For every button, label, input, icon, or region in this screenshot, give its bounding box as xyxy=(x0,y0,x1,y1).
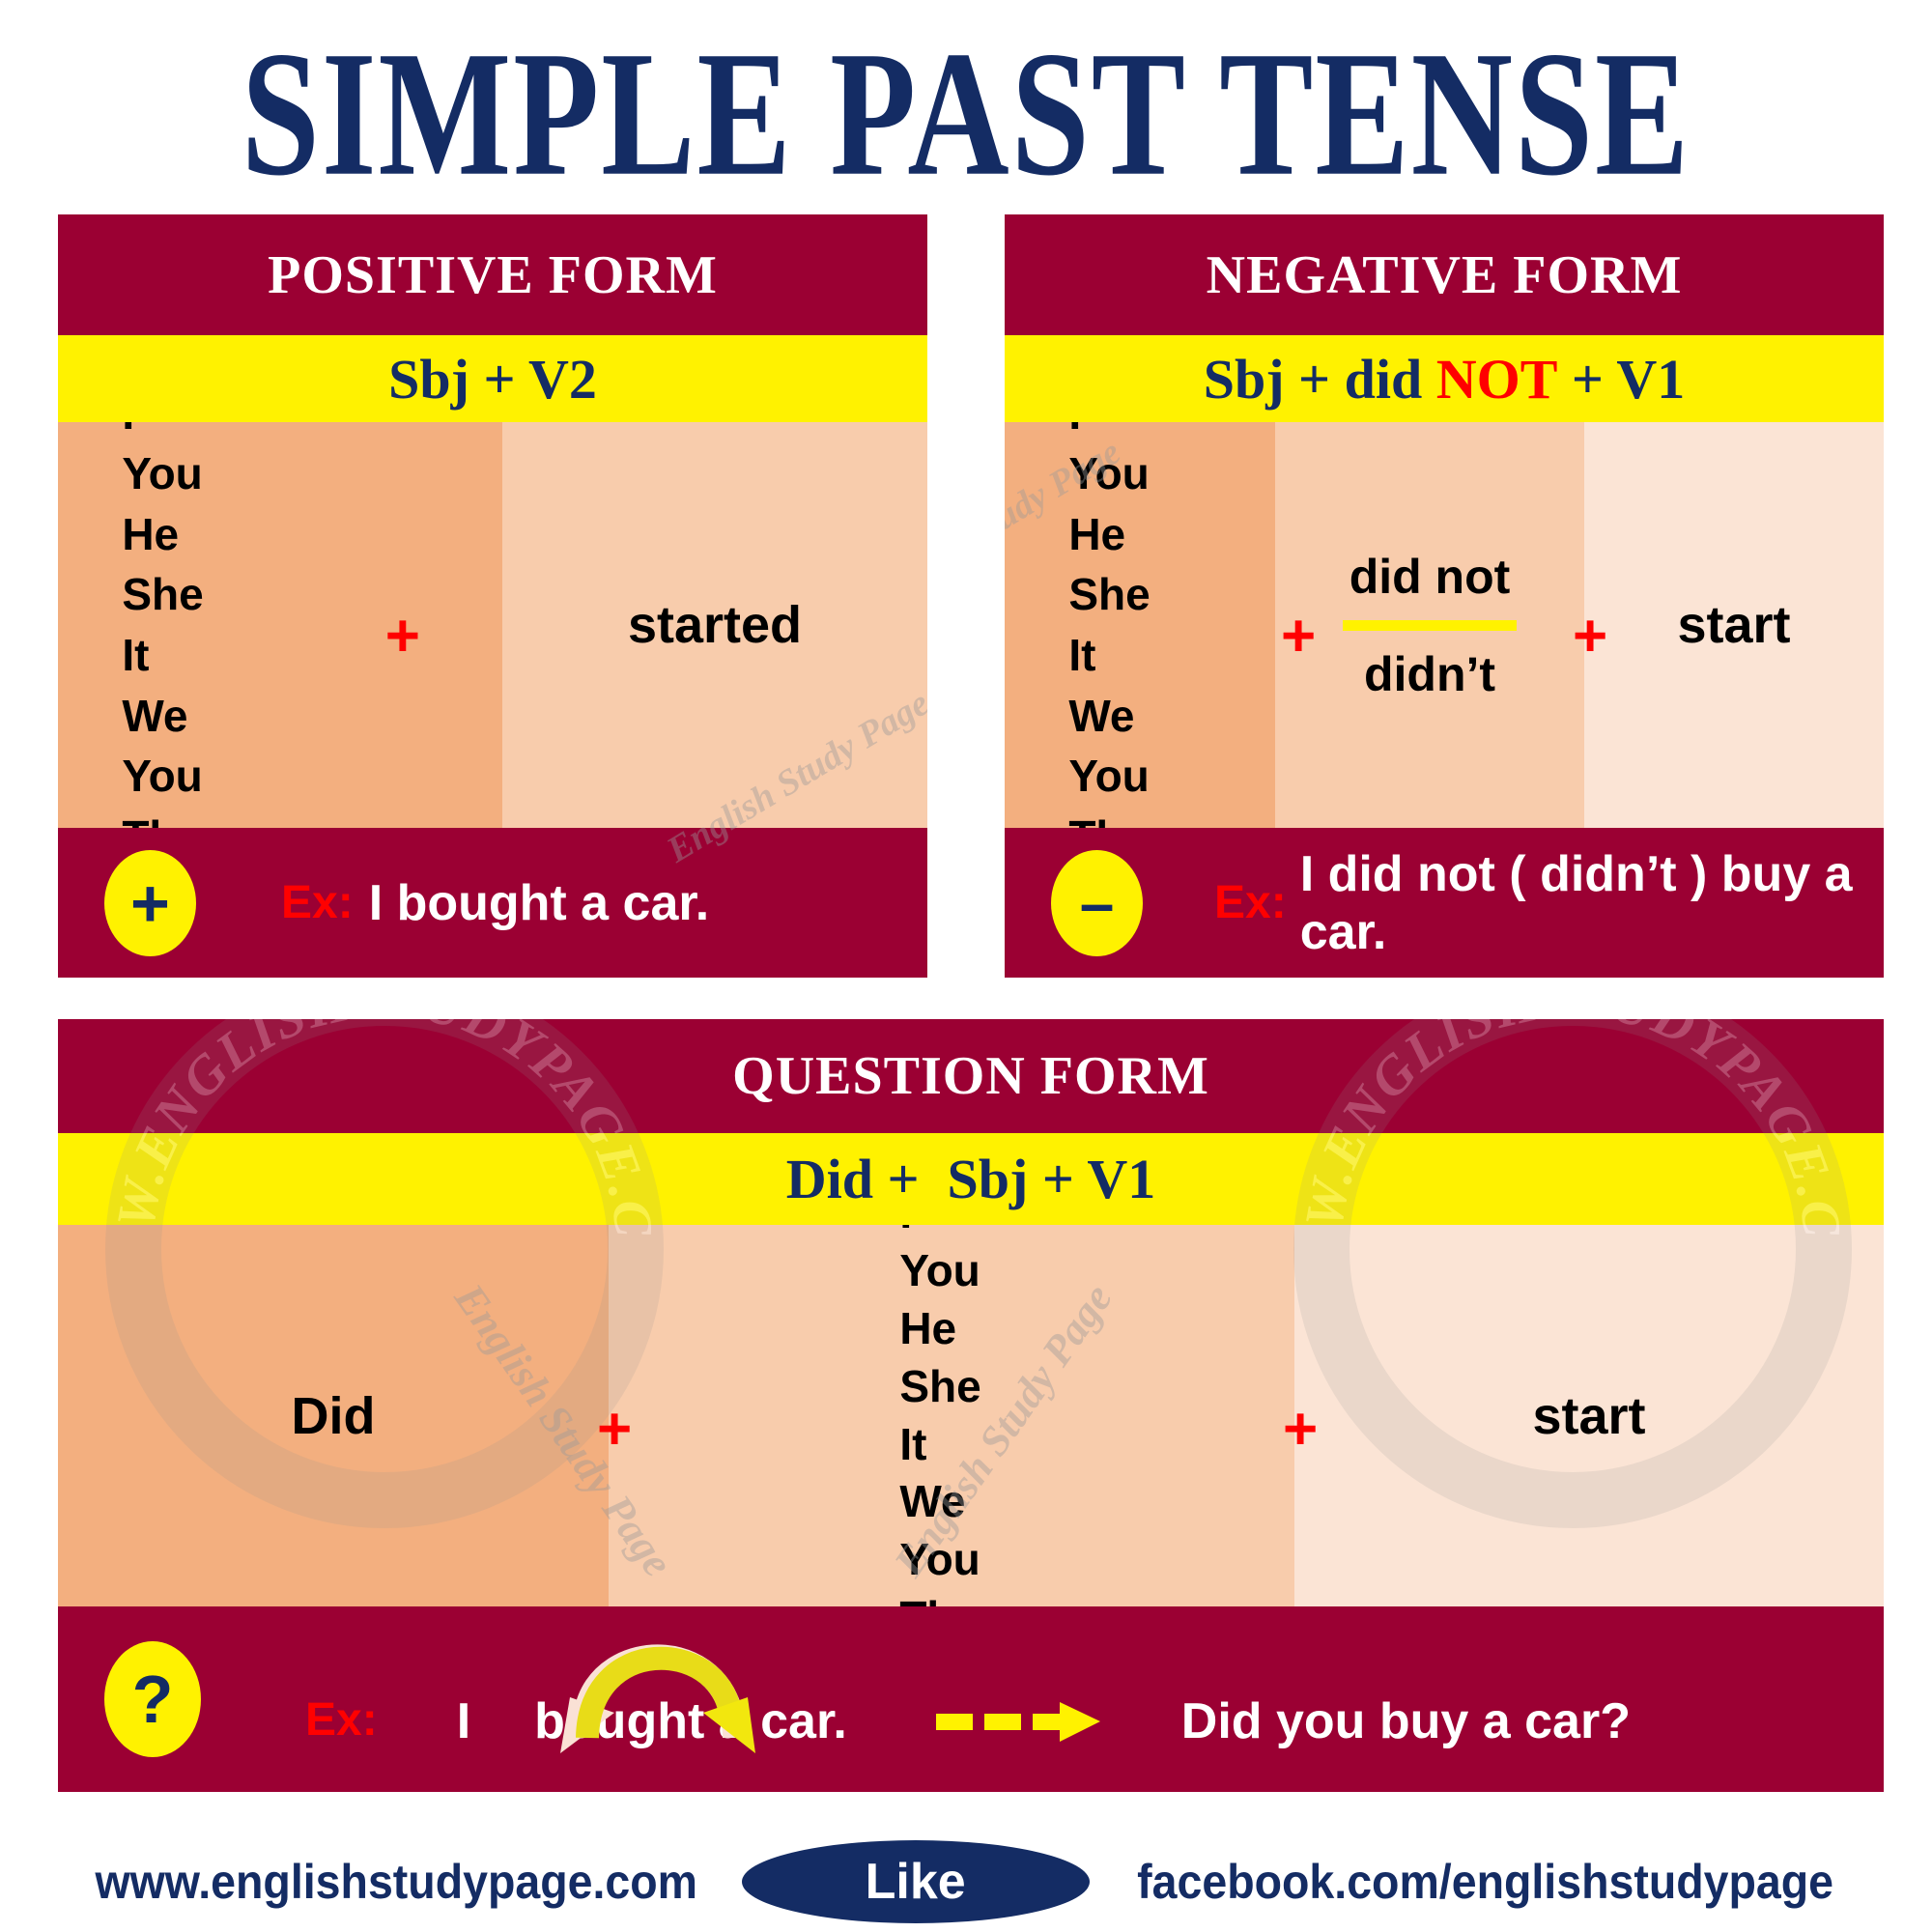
pronoun-item: You xyxy=(122,751,203,802)
dashed-arrow-icon xyxy=(935,1702,1100,1742)
like-button-label: Like xyxy=(865,1853,966,1910)
question-formula-text: Did + Sbj + V1 xyxy=(785,1148,1156,1210)
negative-example-text: I did not ( didn’t ) buy a car. xyxy=(1299,845,1853,960)
pronoun-item: She xyxy=(899,1360,981,1411)
positive-form-body: I You He She It We You They + started xyxy=(58,388,927,862)
negative-form-body: I You He She It We You They + did not di… xyxy=(1005,388,1884,862)
negative-form-card: NEGATIVE FORM Sbj + did NOT + V1 I You H… xyxy=(1005,214,1884,978)
negative-aux-full: did not xyxy=(1349,549,1511,604)
page-title: SIMPLE PAST TENSE xyxy=(241,14,1691,213)
pronoun-item: You xyxy=(899,1534,980,1585)
negative-auxiliary-column: + did not didn’t xyxy=(1275,422,1584,828)
question-form-body: Did + I You He She It We You They + star… xyxy=(58,1187,1884,1642)
question-example-result: Did you buy a car? xyxy=(1180,1693,1631,1749)
question-aux-value: Did xyxy=(291,1386,376,1445)
positive-form-formula: Sbj + V2 xyxy=(58,335,927,422)
pronoun-item: He xyxy=(899,1302,957,1353)
positive-example-text: I bought a car. xyxy=(368,874,710,931)
positive-verb-value: started xyxy=(627,596,803,654)
negative-form-formula: Sbj + did NOT + V1 xyxy=(1005,335,1884,422)
question-subject-column: + I You He She It We You They xyxy=(597,1187,1294,1642)
question-example-bar: ? Ex: I bought a car. Did you buy a car? xyxy=(58,1606,1884,1792)
question-form-formula: Did + Sbj + V1 xyxy=(58,1133,1884,1225)
positive-example-bar: + Ex: I bought a car. xyxy=(58,828,927,978)
negative-aux-short: didn’t xyxy=(1363,646,1496,701)
negative-subject-column: I You He She It We You They xyxy=(1005,388,1275,862)
question-form-card: WWW.ENGLISHSTUDYPAGE.COM WWW.ENGLISHSTUD… xyxy=(58,1019,1884,1792)
footer-website-link[interactable]: www.englishstudypage.com xyxy=(96,1854,698,1910)
plus-operator-icon: + xyxy=(1281,603,1317,669)
pronoun-item: She xyxy=(122,569,204,620)
pronoun-item: It xyxy=(122,630,150,680)
question-verb-value: start xyxy=(1532,1386,1646,1445)
positive-pronoun-list: I You He She It We You They xyxy=(122,384,225,867)
plus-operator-icon: + xyxy=(1283,1396,1319,1463)
footer-bar: www.englishstudypage.com Like facebook.c… xyxy=(0,1831,1932,1932)
auxiliary-fraction: did not didn’t xyxy=(1343,549,1517,702)
positive-subject-column: I You He She It We You They + xyxy=(58,388,502,862)
pronoun-item: You xyxy=(122,448,203,499)
positive-form-heading: POSITIVE FORM xyxy=(58,214,927,335)
pronoun-item: You xyxy=(899,1245,980,1296)
pronoun-item: It xyxy=(1068,630,1096,680)
fraction-divider xyxy=(1343,619,1517,631)
plus-operator-icon: + xyxy=(384,603,420,669)
question-pronoun-list: I You He She It We You They xyxy=(899,1184,1003,1646)
example-label: Ex: xyxy=(1214,877,1287,928)
plus-operator-icon: + xyxy=(1573,603,1608,669)
positive-formula-text: Sbj + V2 xyxy=(388,347,597,411)
negative-form-heading: NEGATIVE FORM xyxy=(1005,214,1884,335)
pronoun-item: You xyxy=(1068,751,1150,802)
inversion-arrows-icon xyxy=(560,1644,755,1753)
negative-formula-prefix: Sbj + did xyxy=(1203,347,1436,411)
plus-operator-icon: + xyxy=(597,1396,633,1463)
negative-pronoun-list: I You He She It We You They xyxy=(1068,384,1172,867)
facebook-like-button[interactable]: Like xyxy=(741,1839,1090,1923)
pronoun-item: It xyxy=(899,1418,927,1469)
positive-verb-column: started xyxy=(502,422,927,828)
negative-formula-suffix: + V1 xyxy=(1557,347,1686,411)
plus-badge-icon: + xyxy=(104,849,196,956)
question-heading-text: QUESTION FORM xyxy=(732,1046,1209,1106)
example-label: Ex: xyxy=(305,1693,378,1746)
pronoun-item: We xyxy=(122,690,188,741)
footer-facebook-link[interactable]: facebook.com/englishstudypage xyxy=(1137,1854,1833,1910)
pronoun-item: We xyxy=(1068,690,1135,741)
pronoun-item: You xyxy=(1068,448,1150,499)
negative-verb-value: start xyxy=(1677,596,1791,654)
pronoun-item: He xyxy=(122,508,180,559)
negative-formula-not: NOT xyxy=(1435,347,1558,411)
pronoun-item: We xyxy=(899,1476,966,1527)
pronoun-item: He xyxy=(1068,508,1126,559)
question-verb-column: + start xyxy=(1283,1225,1884,1606)
example-label: Ex: xyxy=(281,877,354,928)
pronoun-item: She xyxy=(1068,569,1151,620)
positive-form-card: POSITIVE FORM Sbj + V2 I You He She It W… xyxy=(58,214,927,978)
question-badge-icon: ? xyxy=(104,1641,201,1757)
negative-example-bar: – Ex: I did not ( didn’t ) buy a car. xyxy=(1005,828,1884,978)
question-aux-column: Did xyxy=(58,1225,609,1606)
negative-verb-column: + start xyxy=(1573,422,1884,828)
minus-badge-icon: – xyxy=(1051,849,1143,956)
infographic-page: SIMPLE PAST TENSE POSITIVE FORM Sbj + V2… xyxy=(0,0,1932,1932)
question-form-heading: QUESTION FORM xyxy=(58,1019,1884,1133)
